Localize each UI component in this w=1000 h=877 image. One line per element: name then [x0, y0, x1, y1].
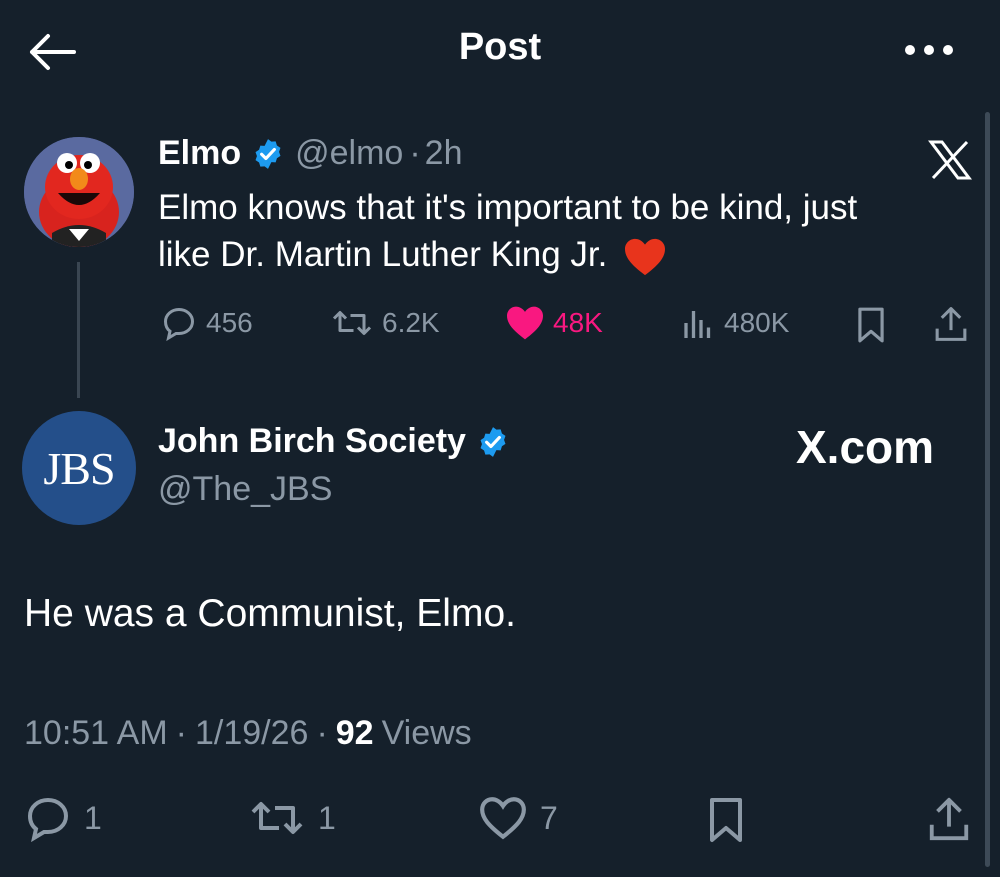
page-title: Post [458, 26, 542, 68]
repost-icon [330, 305, 374, 341]
xcom-watermark: X.com [796, 421, 935, 473]
x-logo-icon [928, 140, 972, 180]
elmo-post-line-2: like Dr. Martin Luther King Jr. [158, 231, 958, 278]
dot-separator: · [409, 134, 421, 172]
post-time: 2h [424, 134, 463, 172]
views-label: Views [381, 714, 472, 752]
reply-action-count: 1 [84, 799, 102, 836]
reply-metric[interactable]: 456 [160, 305, 253, 341]
views-count: 480K [724, 307, 790, 338]
share-icon[interactable] [932, 304, 970, 344]
repost-icon [248, 794, 306, 842]
jbs-avatar[interactable]: JBS [22, 411, 136, 525]
repost-count: 6.2K [382, 307, 440, 338]
scrollbar[interactable] [985, 112, 990, 867]
thread-line [77, 262, 80, 398]
views-count[interactable]: 92 [336, 714, 374, 753]
elmo-post-line-1: Elmo knows that it's important to be kin… [158, 188, 858, 227]
elmo-avatar[interactable] [24, 137, 134, 247]
elmo-name[interactable]: Elmo [158, 134, 241, 173]
like-count: 48K [553, 307, 603, 338]
reply-action[interactable]: 1 [24, 794, 102, 842]
repost-action[interactable]: 1 [248, 794, 336, 842]
verified-badge-icon [251, 137, 285, 171]
elmo-header: Elmo @elmo · 2h [158, 134, 463, 173]
elmo-post-line-2-text: like Dr. Martin Luther King Jr. [158, 235, 608, 274]
reply-icon [24, 794, 72, 842]
more-icon[interactable] [902, 40, 956, 60]
post-date: 1/19/26 [194, 714, 309, 752]
verified-badge-icon [476, 425, 510, 459]
jbs-avatar-text: JBS [43, 442, 115, 494]
jbs-name[interactable]: John Birch Society [158, 422, 466, 461]
views-metric[interactable]: 480K [680, 305, 789, 341]
liked-heart-icon [505, 305, 545, 341]
red-heart-emoji-icon [623, 237, 667, 277]
reply-icon [160, 305, 198, 341]
post-time: 10:51 AM [24, 714, 168, 752]
meta-separator: · [175, 714, 187, 752]
heart-icon [478, 794, 528, 842]
reply-post-text: He was a Communist, Elmo. [24, 592, 516, 635]
like-metric[interactable]: 48K [505, 305, 603, 341]
elmo-post-text: Elmo knows that it's important to be kin… [158, 184, 958, 278]
repost-metric[interactable]: 6.2K [330, 305, 440, 341]
share-icon[interactable] [926, 794, 972, 844]
like-action[interactable]: 7 [478, 794, 558, 842]
elmo-handle[interactable]: @elmo [295, 134, 403, 173]
meta-separator: · [316, 714, 328, 752]
post-meta: 10:51 AM · 1/19/26 · 92 Views [24, 714, 472, 753]
bookmark-icon[interactable] [706, 796, 746, 844]
like-action-count: 7 [540, 799, 558, 836]
bookmark-icon[interactable] [855, 306, 887, 344]
reply-count: 456 [206, 307, 253, 338]
jbs-handle[interactable]: @The_JBS [158, 470, 332, 509]
analytics-icon [680, 305, 716, 341]
jbs-header: John Birch Society [158, 422, 510, 461]
repost-action-count: 1 [318, 799, 336, 836]
